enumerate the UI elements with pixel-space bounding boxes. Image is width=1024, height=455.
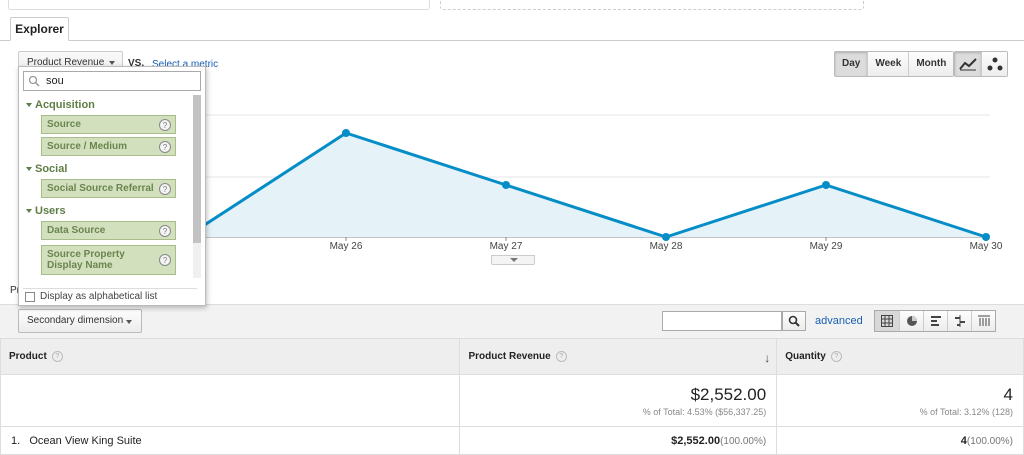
row-revenue-percent: (100.00%) xyxy=(720,435,767,447)
chart-resize-handle[interactable] xyxy=(491,255,535,265)
x-tick-label: May 29 xyxy=(809,241,843,252)
table-header-row: Product? Product Revenue? ↓ Quantity? xyxy=(0,338,1024,375)
chart-type-toggle xyxy=(954,51,1008,77)
scrollbar-thumb[interactable] xyxy=(193,95,201,243)
help-icon[interactable]: ? xyxy=(159,224,171,237)
week-button[interactable]: Week xyxy=(867,52,909,76)
advanced-filter-link[interactable]: advanced xyxy=(815,315,863,327)
revenue-cell: $2,552.00(100.00%) xyxy=(459,426,778,455)
dimension-list: Acquisition Source? Source / Medium? Soc… xyxy=(19,95,195,278)
row-quantity-percent: (100.00%) xyxy=(966,435,1013,447)
total-quantity-percent: % of Total: 3.12% (128) xyxy=(919,406,1013,417)
alphabetical-checkbox[interactable] xyxy=(25,291,35,302)
data-point[interactable] xyxy=(662,233,670,241)
x-tick-label: May 28 xyxy=(649,241,683,252)
totals-row: $2,552.00 % of Total: 4.53% ($56,337.25)… xyxy=(0,374,1024,427)
total-revenue: $2,552.00 xyxy=(690,384,767,404)
data-point[interactable] xyxy=(982,233,990,241)
comparison-icon xyxy=(954,315,965,327)
row-index: 1. xyxy=(11,434,21,447)
pivot-icon xyxy=(977,315,990,326)
line-chart-button[interactable] xyxy=(955,52,981,76)
motion-chart-button[interactable] xyxy=(981,52,1007,76)
table-row: 1. Ocean View King Suite $2,552.00(100.0… xyxy=(0,426,1024,455)
x-tick-label: May 30 xyxy=(969,241,1003,252)
day-button[interactable]: Day xyxy=(835,52,868,76)
pie-chart-icon xyxy=(906,316,917,326)
series-area xyxy=(186,133,986,237)
pivot-view-button[interactable] xyxy=(971,311,995,331)
product-cell: 1. Ocean View King Suite xyxy=(0,426,461,455)
table-search-button[interactable] xyxy=(782,311,806,331)
table-search-input[interactable] xyxy=(662,311,782,331)
sort-descending-icon[interactable]: ↓ xyxy=(764,351,770,365)
tabs-divider xyxy=(0,40,1024,41)
help-icon[interactable]: ? xyxy=(159,254,171,266)
group-social[interactable]: Social xyxy=(25,163,67,175)
dimension-search-value: sou xyxy=(46,75,64,87)
chevron-down-icon xyxy=(109,61,115,65)
alphabetical-label: Display as alphabetical list xyxy=(40,291,158,302)
quantity-cell: 4(100.00%) xyxy=(776,426,1024,455)
help-icon[interactable]: ? xyxy=(159,118,171,131)
help-icon[interactable]: ? xyxy=(555,350,567,362)
report-table: Product? Product Revenue? ↓ Quantity? $2,… xyxy=(0,338,1024,455)
tab-explorer[interactable]: Explorer xyxy=(10,17,69,41)
period-toggle: Day Week Month xyxy=(834,51,955,77)
secondary-dimension-button[interactable]: Secondary dimension xyxy=(18,309,142,333)
data-point[interactable] xyxy=(502,181,510,189)
dropdown-divider xyxy=(23,288,197,289)
search-icon xyxy=(28,75,40,87)
column-header-product[interactable]: Product? xyxy=(0,338,461,375)
help-icon[interactable]: ? xyxy=(830,350,842,362)
comparison-view-button[interactable] xyxy=(947,311,971,331)
dimension-list-scrollbar[interactable] xyxy=(193,95,201,278)
chevron-down-icon xyxy=(126,320,132,324)
row-revenue: $2,552.00 xyxy=(671,434,721,447)
column-header-product-revenue[interactable]: Product Revenue? ↓ xyxy=(459,338,778,375)
alphabetical-list-option[interactable]: Display as alphabetical list xyxy=(25,291,157,302)
data-point[interactable] xyxy=(342,129,350,137)
product-link[interactable]: Ocean View King Suite xyxy=(29,435,141,447)
top-strip xyxy=(0,0,1024,16)
dimension-option-social-source-referral[interactable]: Social Source Referral? xyxy=(41,179,176,198)
bar-chart-icon xyxy=(930,316,941,326)
totals-product-cell xyxy=(0,374,461,427)
grid-icon xyxy=(881,315,893,327)
dimension-option-source-medium[interactable]: Source / Medium? xyxy=(41,137,176,156)
totals-quantity-cell: 4 % of Total: 3.12% (128) xyxy=(776,374,1024,427)
motion-chart-icon xyxy=(987,57,1002,71)
table-view-toggle xyxy=(874,310,996,332)
x-tick-label: May 26 xyxy=(329,241,363,252)
segment-box[interactable] xyxy=(8,0,430,10)
dimension-option-source[interactable]: Source? xyxy=(41,115,176,134)
total-revenue-percent: % of Total: 4.53% ($56,337.25) xyxy=(642,406,767,417)
dimension-picker-dropdown: sou Acquisition Source? Source / Medium?… xyxy=(18,66,206,306)
dimension-option-data-source[interactable]: Data Source? xyxy=(41,221,176,240)
column-header-quantity[interactable]: Quantity? xyxy=(776,338,1024,375)
total-quantity: 4 xyxy=(1003,384,1013,404)
dimension-option-source-property-display-name[interactable]: Source Property Display Name? xyxy=(41,245,176,275)
secondary-dimension-label: Secondary dimension xyxy=(27,315,124,326)
line-chart-icon xyxy=(959,58,977,71)
totals-revenue-cell: $2,552.00 % of Total: 4.53% ($56,337.25) xyxy=(459,374,778,427)
group-acquisition[interactable]: Acquisition xyxy=(26,99,95,111)
data-view-button[interactable] xyxy=(875,311,899,331)
dimension-search-input[interactable]: sou xyxy=(23,71,201,91)
help-icon[interactable]: ? xyxy=(159,182,171,195)
add-segment-box[interactable] xyxy=(440,0,864,10)
performance-view-button[interactable] xyxy=(923,311,947,331)
group-users[interactable]: Users xyxy=(26,205,66,217)
table-toolbar xyxy=(0,304,1024,338)
month-button[interactable]: Month xyxy=(908,52,954,76)
data-point[interactable] xyxy=(822,181,830,189)
help-icon[interactable]: ? xyxy=(159,140,171,153)
search-icon xyxy=(788,315,800,327)
percentage-view-button[interactable] xyxy=(899,311,923,331)
help-icon[interactable]: ? xyxy=(51,350,63,362)
x-tick-label: May 27 xyxy=(489,241,523,252)
